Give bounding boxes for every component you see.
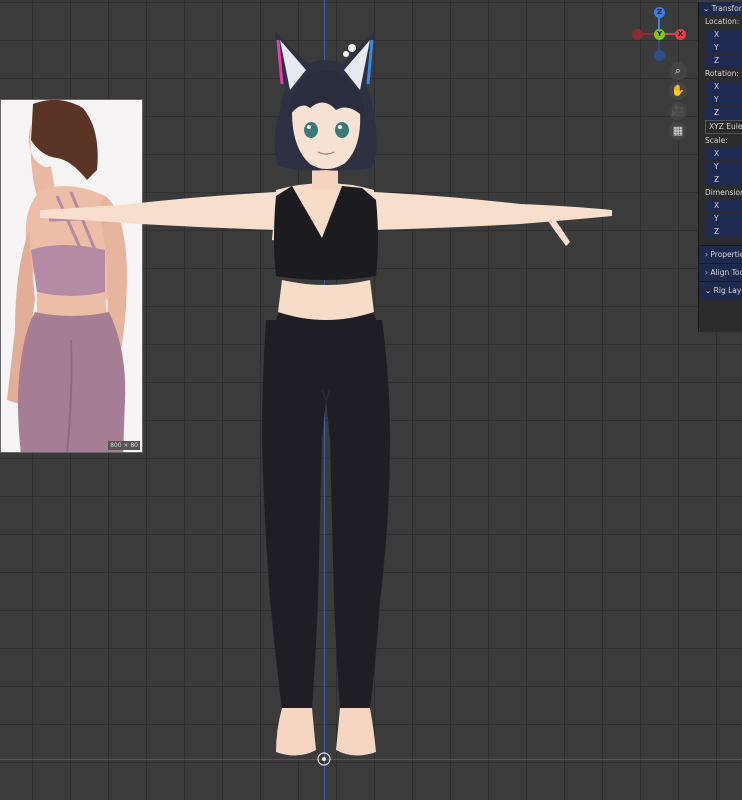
n-panel-sidebar[interactable]: ⌄ Transform Location: X Y Z Rotation: X … <box>698 2 742 332</box>
location-y-field[interactable]: Y <box>705 42 742 54</box>
rotation-mode-select[interactable]: XYZ Euler <box>705 120 742 134</box>
dimensions-y-field[interactable]: Y <box>705 213 742 225</box>
navigation-gizmo[interactable]: Z Y X <box>628 6 688 62</box>
scale-z-field[interactable]: Z <box>705 174 742 186</box>
hand-icon[interactable]: ✋ <box>669 82 687 100</box>
rig-layers-header-label: Rig Layers <box>713 286 742 295</box>
align-tools-panel-header[interactable]: › Align Tools <box>699 263 742 281</box>
dimensions-x-field[interactable]: X <box>705 200 742 212</box>
gizmo-neg-x-axis[interactable] <box>632 29 643 40</box>
transform-panel-header[interactable]: ⌄ Transform <box>699 2 742 16</box>
3d-viewport[interactable]: 800 × 80 Z Y X ⌕ ✋ 🎥 ▦ ⌄ Transfor Locati… <box>0 0 742 800</box>
camera-icon[interactable]: 🎥 <box>669 102 687 120</box>
location-z-field[interactable]: Z <box>705 55 742 67</box>
gizmo-z-axis[interactable]: Z <box>654 7 665 18</box>
gizmo-neg-z-axis[interactable] <box>654 50 665 61</box>
scale-x-field[interactable]: X <box>705 148 742 160</box>
rig-layers-panel-header[interactable]: ⌄ Rig Layers <box>699 281 742 299</box>
magnify-icon[interactable]: ⌕ <box>669 62 687 80</box>
location-label: Location: <box>705 17 740 26</box>
scale-label: Scale: <box>705 136 728 145</box>
rotation-x-field[interactable]: X <box>705 81 742 93</box>
rotation-y-field[interactable]: Y <box>705 94 742 106</box>
properties-header-label: Properties <box>710 250 742 259</box>
properties-panel-header[interactable]: › Properties <box>699 245 742 263</box>
location-x-field[interactable]: X <box>705 29 742 41</box>
gizmo-x-axis[interactable]: X <box>675 29 686 40</box>
transform-header-label: Transform <box>711 4 742 13</box>
dimensions-label: Dimensions: <box>705 188 742 197</box>
grid-icon[interactable]: ▦ <box>669 122 687 140</box>
character-model[interactable] <box>0 0 742 800</box>
align-tools-header-label: Align Tools <box>710 268 742 277</box>
scale-y-field[interactable]: Y <box>705 161 742 173</box>
rotation-label: Rotation: <box>705 69 739 78</box>
rotation-z-field[interactable]: Z <box>705 107 742 119</box>
dimensions-z-field[interactable]: Z <box>705 226 742 238</box>
gizmo-y-axis[interactable]: Y <box>654 29 665 40</box>
